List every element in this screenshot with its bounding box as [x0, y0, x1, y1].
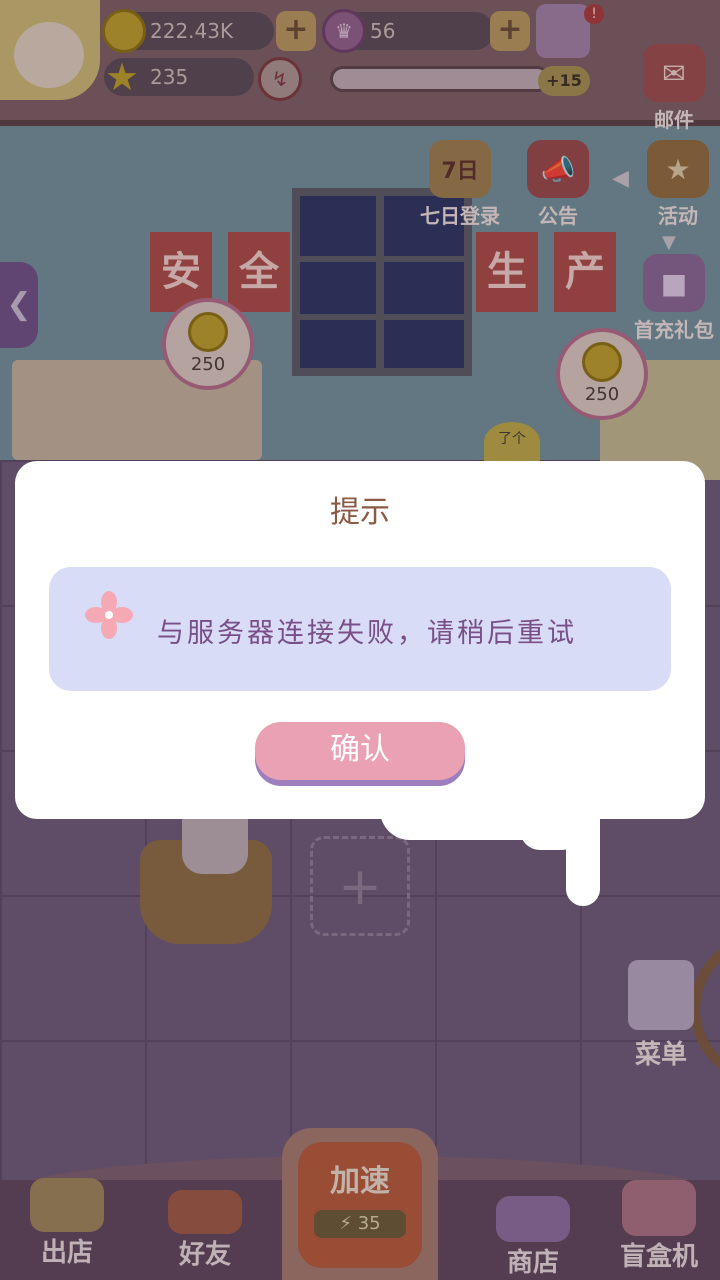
- flower-icon: [85, 591, 133, 639]
- error-message: 与服务器连接失败，请稍后重试: [157, 618, 577, 649]
- confirm-button[interactable]: 确认: [255, 722, 465, 780]
- message-box: 与服务器连接失败，请稍后重试: [49, 567, 671, 691]
- dialog-title: 提示: [330, 495, 390, 530]
- alert-dialog: 提示 与服务器连接失败，请稍后重试 确认: [15, 461, 705, 819]
